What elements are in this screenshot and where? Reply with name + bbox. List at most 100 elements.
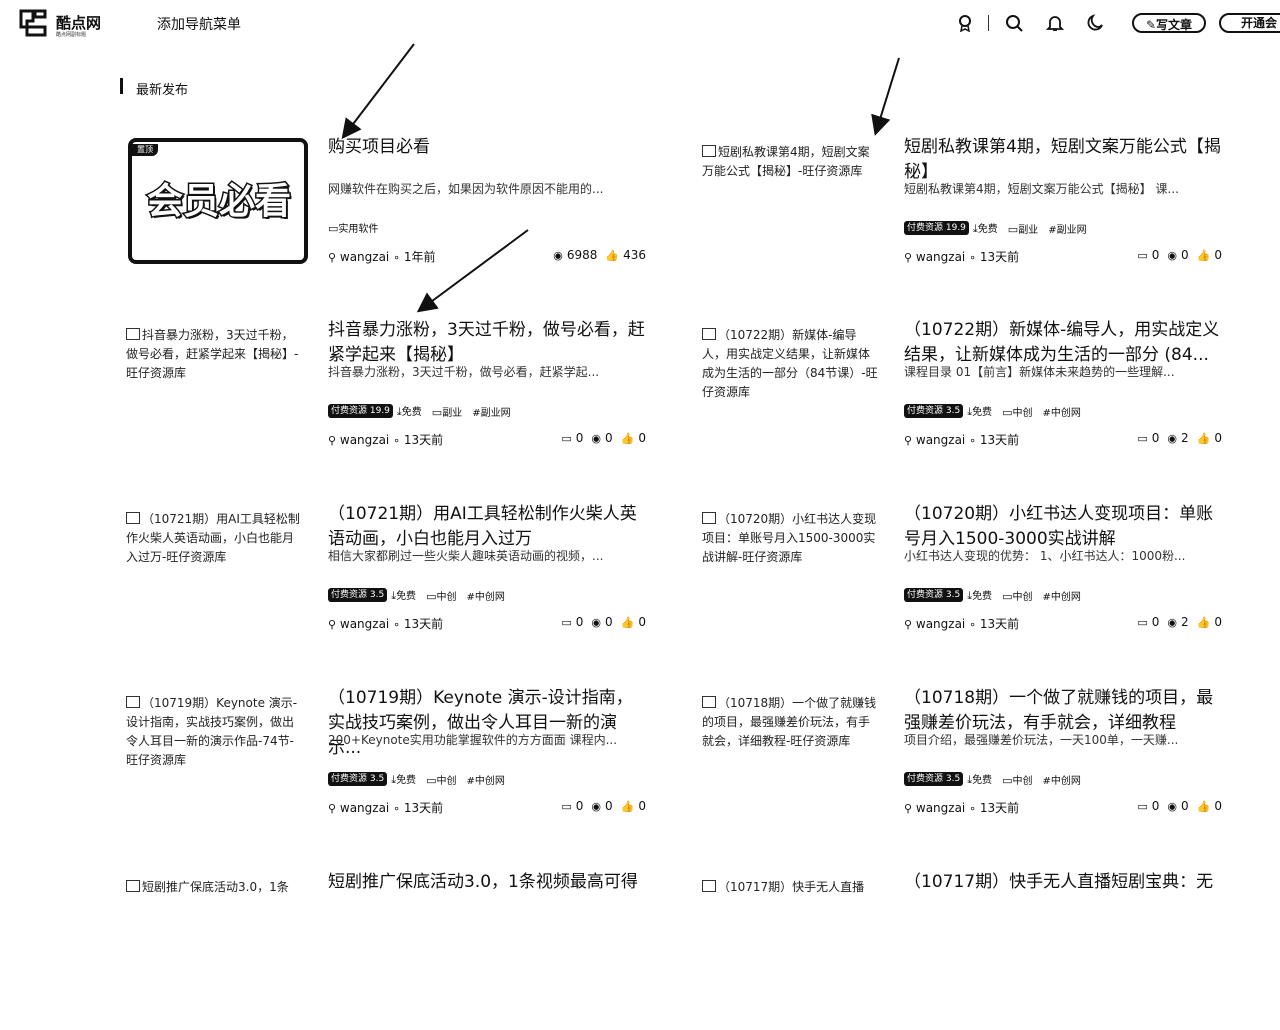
post-tag[interactable]: #中创网 <box>466 772 504 787</box>
broken-image-alt[interactable]: （10718期）一个做了就赚钱的项目，最强赚差价玩法，有手就会，详细教程-旺仔资… <box>702 694 880 751</box>
post-tag[interactable]: #副业网 <box>472 404 510 419</box>
views-stat: ◉ 2 <box>1167 615 1189 629</box>
post-tag[interactable]: ⤓免费 <box>967 771 992 787</box>
post-tag[interactable]: #中创网 <box>1042 404 1080 419</box>
logo-icon[interactable] <box>18 8 48 38</box>
post-card[interactable]: （10721期）用AI工具轻松制作火柴人英语动画，小白也能月入过万-旺仔资源库 （… <box>124 502 684 662</box>
post-title[interactable]: 短剧私教课第4期，短剧文案万能公式【揭秘】 <box>904 135 1224 185</box>
search-icon[interactable] <box>1005 14 1023 32</box>
post-thumbnail[interactable]: （10717期）快手无人直播 <box>700 870 884 1000</box>
paid-resource-badge[interactable]: 付费资源 19.9 <box>904 221 969 235</box>
post-card[interactable]: （10717期）快手无人直播 （10717期）快手无人直播短剧宝典：无 <box>700 870 1260 1030</box>
post-title[interactable]: 购买项目必看 <box>328 135 648 160</box>
add-nav-menu-link[interactable]: 添加导航菜单 <box>157 14 241 34</box>
open-vip-button[interactable]: 开通会 <box>1219 13 1280 33</box>
post-title[interactable]: （10722期）新媒体-编导人，用实战定义结果，让新媒体成为生活的一部分 (84… <box>904 318 1224 368</box>
post-tag[interactable]: ▭中创 <box>426 772 456 787</box>
post-title[interactable]: 抖音暴力涨粉，3天过千粉，做号必看，赶紧学起来【揭秘】 <box>328 318 648 368</box>
paid-resource-badge[interactable]: 付费资源 3.5 <box>904 588 964 602</box>
post-tag[interactable]: ▭中创 <box>1002 404 1032 419</box>
post-card[interactable]: 短剧推广保底活动3.0，1条 短剧推广保底活动3.0，1条视频最高可得 <box>124 870 684 1030</box>
post-tag[interactable]: ▭副业 <box>432 404 462 419</box>
author-name[interactable]: wangzai <box>916 617 965 631</box>
post-tag[interactable]: ▭副业 <box>1008 221 1038 236</box>
broken-image-alt[interactable]: 短剧私教课第4期，短剧文案万能公式【揭秘】-旺仔资源库 <box>702 143 880 181</box>
post-tag[interactable]: ⤓免费 <box>391 771 416 787</box>
post-tag[interactable]: ▭中创 <box>426 588 456 603</box>
author-name[interactable]: wangzai <box>340 617 389 631</box>
post-thumbnail[interactable]: （10719期）Keynote 演示-设计指南，实战技巧案例，做出令人耳目一新的… <box>124 686 308 816</box>
post-tags: 付费资源 19.9 ⤓免费 ▭副业 #副业网 <box>328 403 521 419</box>
broken-image-alt[interactable]: （10720期）小红书达人变现项目：单账号月入1500-3000实战讲解-旺仔资… <box>702 510 880 567</box>
post-tag[interactable]: ⤓免费 <box>973 220 998 236</box>
broken-image-alt[interactable]: （10719期）Keynote 演示-设计指南，实战技巧案例，做出令人耳目一新的… <box>126 694 304 770</box>
likes-stat: 👍 0 <box>620 615 646 629</box>
post-tag[interactable]: #副业网 <box>1048 221 1086 236</box>
author-name[interactable]: wangzai <box>340 250 389 264</box>
post-tag[interactable]: #中创网 <box>1042 772 1080 787</box>
post-card[interactable]: 短剧私教课第4期，短剧文案万能公式【揭秘】-旺仔资源库 短剧私教课第4期，短剧文案… <box>700 135 1260 295</box>
tag-icon: ▭ <box>1002 589 1013 603</box>
broken-image-alt[interactable]: （10717期）快手无人直播 <box>702 878 880 897</box>
post-tag[interactable]: ⤓免费 <box>391 587 416 603</box>
broken-image-alt[interactable]: 短剧推广保底活动3.0，1条 <box>126 878 304 897</box>
paid-resource-badge[interactable]: 付费资源 3.5 <box>904 404 964 418</box>
broken-image-alt[interactable]: 抖音暴力涨粉，3天过千粉，做号必看，赶紧学起来【揭秘】-旺仔资源库 <box>126 326 304 383</box>
write-article-button[interactable]: ✎写文章 <box>1132 13 1206 33</box>
author-name[interactable]: wangzai <box>340 433 389 447</box>
post-thumbnail[interactable]: 短剧私教课第4期，短剧文案万能公式【揭秘】-旺仔资源库 <box>700 135 884 265</box>
post-card[interactable]: 抖音暴力涨粉，3天过千粉，做号必看，赶紧学起来【揭秘】-旺仔资源库 抖音暴力涨粉，… <box>124 318 684 478</box>
post-tag[interactable]: ⤓免费 <box>397 403 422 419</box>
post-card[interactable]: （10722期）新媒体-编导人，用实战定义结果，让新媒体成为生活的一部分（84节… <box>700 318 1260 478</box>
post-thumbnail[interactable]: （10721期）用AI工具轻松制作火柴人英语动画，小白也能月入过万-旺仔资源库 <box>124 502 308 632</box>
post-title[interactable]: （10721期）用AI工具轻松制作火柴人英语动画，小白也能月入过万 <box>328 502 648 552</box>
post-thumbnail[interactable]: （10718期）一个做了就赚钱的项目，最强赚差价玩法，有手就会，详细教程-旺仔资… <box>700 686 884 816</box>
vip-banner-image[interactable]: 置顶 会员必看 <box>128 138 308 264</box>
author-name[interactable]: wangzai <box>340 801 389 815</box>
post-card[interactable]: （10720期）小红书达人变现项目：单账号月入1500-3000实战讲解-旺仔资… <box>700 502 1260 662</box>
post-tag[interactable]: ⤓免费 <box>967 587 992 603</box>
likes-icon: 👍 <box>1196 249 1211 262</box>
post-thumbnail[interactable]: 置顶 会员必看 <box>124 135 308 265</box>
post-title[interactable]: （10717期）快手无人直播短剧宝典：无 <box>904 870 1224 895</box>
paid-resource-badge[interactable]: 付费资源 19.9 <box>328 404 393 418</box>
post-tag[interactable]: #中创网 <box>1042 588 1080 603</box>
moon-icon[interactable] <box>1086 14 1104 32</box>
post-excerpt: 相信大家都刷过一些火柴人趣味英语动画的视频，... <box>328 549 604 563</box>
broken-image-alt[interactable]: （10722期）新媒体-编导人，用实战定义结果，让新媒体成为生活的一部分（84节… <box>702 326 880 402</box>
post-tag[interactable]: ▭中创 <box>1002 772 1032 787</box>
post-title[interactable]: （10718期）一个做了就赚钱的项目，最强赚差价玩法，有手就会，详细教程 <box>904 686 1224 736</box>
likes-icon: 👍 <box>620 800 635 813</box>
author-name[interactable]: wangzai <box>916 801 965 815</box>
author-name[interactable]: wangzai <box>916 250 965 264</box>
views-stat: ◉ 2 <box>1167 431 1189 445</box>
post-card[interactable]: 置顶 会员必看 购买项目必看 网赚软件在购买之后，如果因为软件原因不能用的... ▭… <box>124 135 684 295</box>
post-thumbnail[interactable]: （10720期）小红书达人变现项目：单账号月入1500-3000实战讲解-旺仔资… <box>700 502 884 632</box>
likes-icon: 👍 <box>605 249 620 262</box>
post-author-meta: ⚲ wangzai ∘ 13天前 <box>904 248 1019 265</box>
badge-icon[interactable] <box>956 14 974 32</box>
post-thumbnail[interactable]: 抖音暴力涨粉，3天过千粉，做号必看，赶紧学起来【揭秘】-旺仔资源库 <box>124 318 308 448</box>
post-tag[interactable]: ⤓免费 <box>967 403 992 419</box>
post-card[interactable]: （10718期）一个做了就赚钱的项目，最强赚差价玩法，有手就会，详细教程-旺仔资… <box>700 686 1260 846</box>
views-stat: ◉ 0 <box>591 799 613 813</box>
post-title[interactable]: （10719期）Keynote 演示-设计指南，实战技巧案例，做出令人耳目一新的… <box>328 686 648 761</box>
paid-resource-badge[interactable]: 付费资源 3.5 <box>328 772 388 786</box>
post-tag[interactable]: ▭实用软件 <box>328 220 378 235</box>
post-title[interactable]: （10720期）小红书达人变现项目：单账号月入1500-3000实战讲解 <box>904 502 1224 552</box>
author-name[interactable]: wangzai <box>916 433 965 447</box>
site-logo-text[interactable]: 酷点网 <box>56 12 101 33</box>
post-tag[interactable]: ▭中创 <box>1002 588 1032 603</box>
post-thumbnail[interactable]: （10722期）新媒体-编导人，用实战定义结果，让新媒体成为生活的一部分（84节… <box>700 318 884 448</box>
dot-icon: ∘ <box>969 802 976 815</box>
post-thumbnail[interactable]: 短剧推广保底活动3.0，1条 <box>124 870 308 1000</box>
post-tag[interactable]: #中创网 <box>466 588 504 603</box>
post-title[interactable]: 短剧推广保底活动3.0，1条视频最高可得 <box>328 870 648 895</box>
paid-resource-badge[interactable]: 付费资源 3.5 <box>328 588 388 602</box>
views-stat: ◉ 6988 <box>553 248 598 262</box>
bell-icon[interactable] <box>1046 14 1064 32</box>
broken-image-alt[interactable]: （10721期）用AI工具轻松制作火柴人英语动画，小白也能月入过万-旺仔资源库 <box>126 510 304 567</box>
post-time: 13天前 <box>403 433 444 447</box>
paid-resource-badge[interactable]: 付费资源 3.5 <box>904 772 964 786</box>
post-card[interactable]: （10719期）Keynote 演示-设计指南，实战技巧案例，做出令人耳目一新的… <box>124 686 684 846</box>
